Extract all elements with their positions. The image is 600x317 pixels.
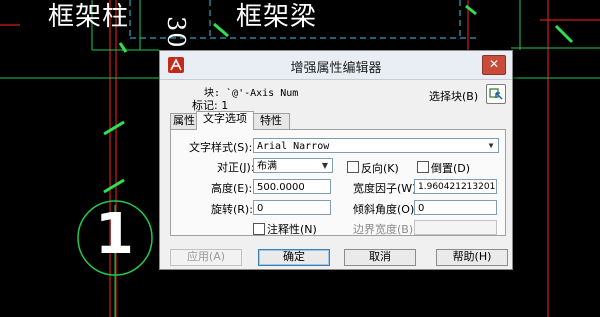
boundary-width-input xyxy=(414,220,497,235)
tab-properties[interactable]: 特性 xyxy=(252,113,290,129)
width-factor-value: 1.9604212132017 xyxy=(418,182,497,192)
justify-value: 布满 xyxy=(257,161,277,172)
enhanced-attribute-editor-dialog: 增强属性编辑器 ✕ 块: `@'-Axis Num 标记: 1 选择块(B) 属… xyxy=(159,50,513,270)
rotation-label: 旋转(R): xyxy=(211,203,253,216)
chevron-down-icon: ▼ xyxy=(321,161,329,170)
dialog-title: 增强属性编辑器 xyxy=(290,61,382,76)
width-factor-input[interactable]: 1.9604212132017 xyxy=(414,179,497,194)
close-button[interactable]: ✕ xyxy=(482,55,506,75)
close-icon: ✕ xyxy=(488,57,500,71)
height-label: 高度(E): xyxy=(211,182,253,195)
axis-number: 1 xyxy=(95,202,135,267)
text-options-panel: 文字样式(S): Arial Narrow ▼ 对正(J): 布满 ▼ 反向(K… xyxy=(170,129,506,236)
text-style-value: Arial Narrow xyxy=(257,141,330,152)
annotative-checkbox[interactable] xyxy=(253,223,265,235)
width-factor-label: 宽度因子(W): xyxy=(353,182,421,195)
cad-label-column: 框架柱 xyxy=(48,2,130,32)
tab-text-options[interactable]: 文字选项 xyxy=(196,111,254,130)
upside-down-checkbox[interactable] xyxy=(417,161,429,173)
rotation-value: 0 xyxy=(257,203,264,214)
select-block-label: 选择块(B) xyxy=(429,90,479,103)
annotative-label: 注释性(N) xyxy=(267,223,317,236)
justify-select[interactable]: 布满 ▼ xyxy=(253,158,333,173)
oblique-angle-label: 倾斜角度(O): xyxy=(353,203,418,216)
tab-attribute[interactable]: 属性 xyxy=(170,113,198,129)
text-style-label: 文字样式(S): xyxy=(189,141,253,154)
oblique-angle-value: 0 xyxy=(418,203,425,214)
help-button[interactable]: 帮助(H) xyxy=(436,249,508,266)
apply-button[interactable]: 应用(A) xyxy=(170,249,242,266)
height-input[interactable]: 500.0000 xyxy=(253,179,331,194)
cancel-button[interactable]: 取消 xyxy=(344,249,416,266)
ok-button[interactable]: 确定 xyxy=(258,249,330,266)
dialog-titlebar[interactable]: 增强属性编辑器 ✕ xyxy=(160,51,512,80)
oblique-angle-input[interactable]: 0 xyxy=(414,200,497,215)
backwards-label: 反向(K) xyxy=(361,162,399,175)
boundary-width-label: 边界宽度(B): xyxy=(353,223,417,236)
rotation-input[interactable]: 0 xyxy=(253,200,331,215)
justify-label: 对正(J): xyxy=(217,161,255,174)
backwards-checkbox[interactable] xyxy=(347,161,359,173)
chevron-down-icon: ▼ xyxy=(488,141,494,150)
text-style-select[interactable]: Arial Narrow ▼ xyxy=(253,138,499,153)
upside-down-label: 倒置(D) xyxy=(431,162,471,175)
select-block-icon xyxy=(489,88,503,100)
select-block-button[interactable] xyxy=(486,84,506,104)
height-value: 500.0000 xyxy=(257,182,305,193)
cad-label-beam: 框架梁 xyxy=(236,2,318,32)
